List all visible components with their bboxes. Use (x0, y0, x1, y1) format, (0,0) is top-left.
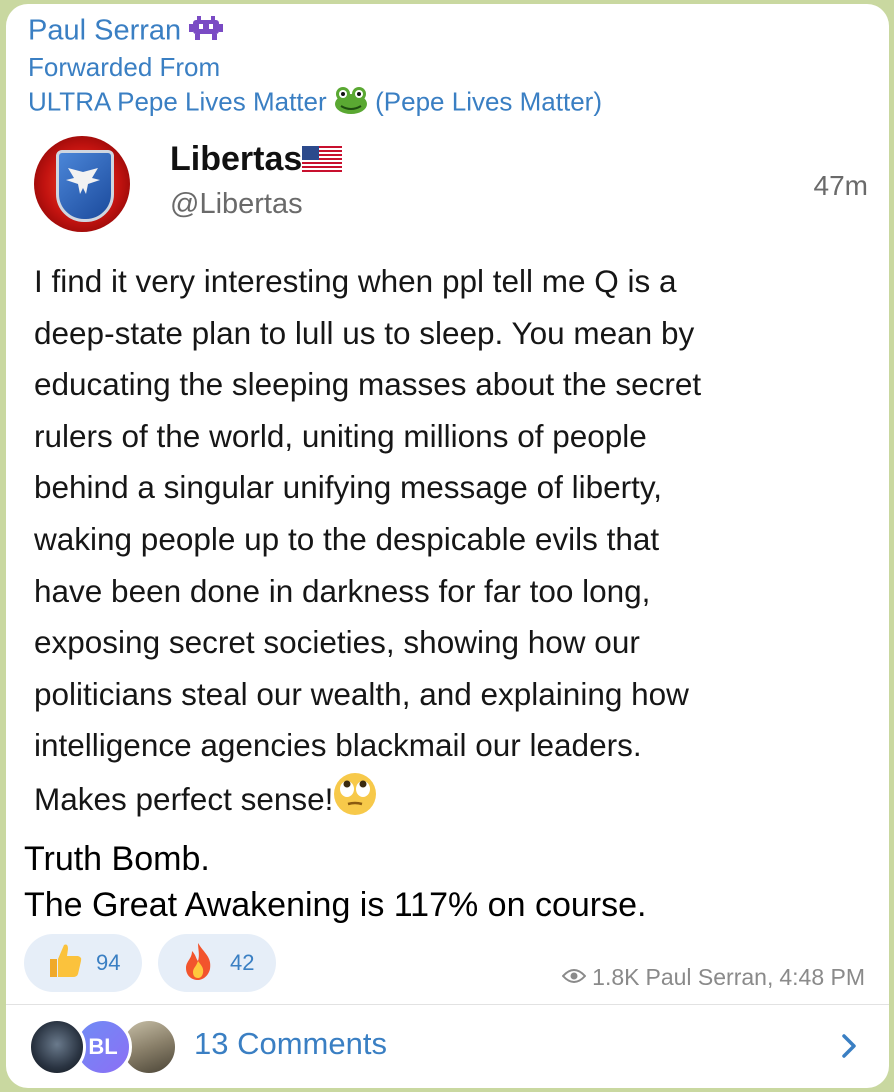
message-meta: 1.8K Paul Serran, 4:48 PM (561, 964, 865, 991)
reaction-thumbs-up[interactable]: 94 (24, 934, 142, 992)
view-count: 1.8K (592, 964, 640, 990)
sender-name[interactable]: Paul Serran (28, 15, 181, 47)
eye-icon (561, 964, 587, 991)
divider (6, 1004, 889, 1005)
post-author-handle[interactable]: @Libertas (170, 188, 303, 221)
message-bubble: Paul Serran Forwarded From ULTRA Pepe Li… (6, 4, 889, 1088)
reaction-count: 94 (96, 950, 121, 975)
eagle-icon (66, 168, 100, 194)
post-author-name-text[interactable]: Libertas (170, 140, 302, 178)
thumbs-up-icon (44, 941, 84, 986)
post-body: I find it very interesting when ppl tell… (34, 256, 864, 832)
alien-monster-icon (189, 14, 224, 50)
post-body-text: I find it very interesting when ppl tell… (34, 263, 702, 818)
libertas-avatar[interactable] (34, 136, 130, 232)
chevron-right-icon[interactable] (833, 1030, 865, 1062)
forwarded-source-name[interactable]: ULTRA Pepe Lives Matter (28, 86, 327, 116)
post-time: 47m (813, 170, 868, 201)
eye-roll-icon (333, 772, 377, 832)
comments-label[interactable]: 13 Comments (194, 1026, 387, 1062)
reaction-count: 42 (230, 950, 255, 975)
forwarded-source[interactable]: ULTRA Pepe Lives Matter (Pepe Lives Matt… (28, 86, 602, 121)
sender-name-row[interactable]: Paul Serran (28, 14, 224, 50)
comments-button[interactable]: BL 13 Comments (6, 1006, 889, 1086)
post-author-name[interactable]: Libertas (170, 140, 343, 181)
message-caption: Truth Bomb. The Great Awakening is 117% … (24, 840, 647, 924)
forwarded-source-suffix[interactable]: (Pepe Lives Matter) (375, 86, 602, 116)
embedded-post[interactable]: Libertas @Libertas 47m I find it very in… (28, 124, 868, 834)
reaction-fire[interactable]: 42 (158, 934, 276, 992)
us-flag-icon (302, 142, 343, 181)
message-time: 4:48 PM (779, 964, 865, 990)
commenter-avatar (28, 1018, 86, 1076)
fire-icon (178, 941, 218, 986)
forwarded-label: Forwarded From (28, 52, 221, 82)
frog-icon (334, 86, 368, 121)
avatar-initials: BL (88, 1034, 118, 1059)
message-author: Paul Serran, (645, 964, 774, 990)
